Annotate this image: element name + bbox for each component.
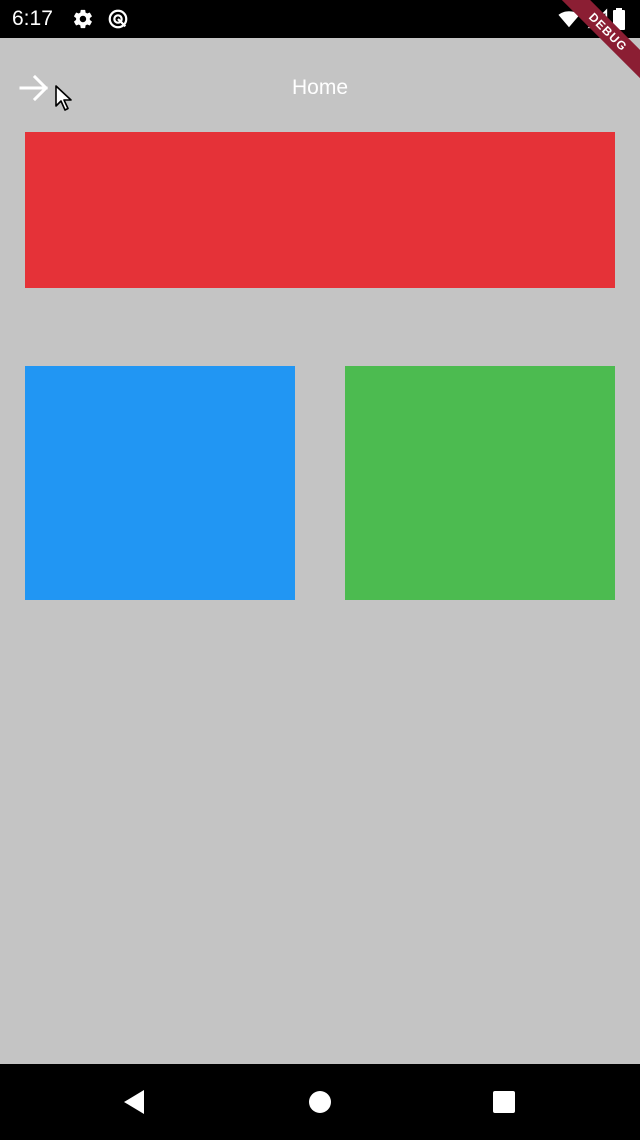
blue-block [25,366,295,600]
green-block [345,366,615,600]
app-bar: Home [0,38,640,138]
sync-icon [107,8,129,30]
settings-icon [72,8,94,30]
recents-icon[interactable] [490,1088,518,1116]
app-screen: 6:17 DEBUG Home [0,0,640,1140]
back-icon[interactable] [120,1088,148,1116]
page-title: Home [291,76,349,99]
status-bar: 6:17 [0,0,640,38]
home-icon[interactable] [306,1088,334,1116]
navigation-bar [0,1064,640,1140]
status-time: 6:17 [12,7,53,30]
mouse-cursor-icon [54,84,74,112]
red-block [25,132,615,288]
